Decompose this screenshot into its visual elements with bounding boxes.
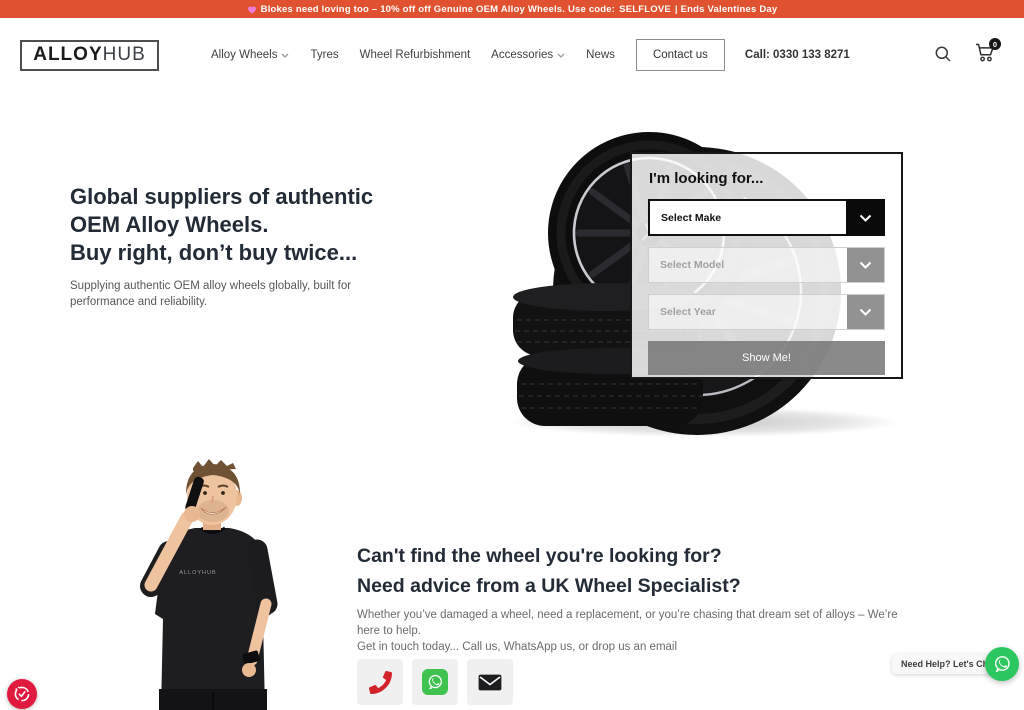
whatsapp-icon — [992, 654, 1012, 674]
select-make[interactable]: Select Make — [648, 199, 885, 236]
main-nav: Alloy Wheels Tyres Wheel Refurbishment A… — [211, 49, 615, 61]
reviews-widget-button[interactable] — [7, 679, 37, 709]
hero-heading-line-2: OEM Alloy Wheels. — [70, 211, 500, 239]
chevron-down-icon — [859, 308, 872, 316]
select-model[interactable]: Select Model — [648, 247, 885, 283]
contact-body-line-2: Get in touch today... Call us, WhatsApp … — [357, 639, 917, 655]
chevron-down-icon — [859, 214, 872, 222]
email-icon — [478, 674, 502, 691]
select-year[interactable]: Select Year — [648, 294, 885, 330]
nav-label: Alloy Wheels — [211, 49, 277, 61]
contact-body-line-1: Whether you’ve damaged a wheel, need a r… — [357, 607, 917, 639]
hero-heading-line-3: Buy right, don’t buy twice... — [70, 239, 500, 267]
contact-heading-line-1: Can't find the wheel you're looking for? — [357, 541, 837, 571]
hero-subtext-line-2: performance and reliability. — [70, 295, 400, 311]
chevron-down-icon — [859, 261, 872, 269]
whatsapp-icon — [422, 669, 448, 695]
select-make-label: Select Make — [650, 201, 848, 234]
site-header: ALLOYHUB Alloy Wheels Tyres Wheel Refurb… — [0, 18, 1024, 92]
contact-heading-line-2: Need advice from a UK Wheel Specialist? — [357, 571, 837, 601]
select-year-chevron — [847, 295, 884, 329]
cart-count-badge: 0 — [989, 38, 1001, 50]
wheel-finder-panel: I'm looking for... Select Make Select Mo… — [630, 152, 903, 379]
show-me-button[interactable]: Show Me! — [648, 341, 885, 375]
contact-body: Whether you’ve damaged a wheel, need a r… — [357, 607, 917, 655]
nav-label: News — [586, 49, 615, 61]
nav-tyres[interactable]: Tyres — [310, 49, 338, 61]
hero-heading-line-1: Global suppliers of authentic — [70, 183, 500, 211]
select-model-label: Select Model — [649, 248, 847, 282]
phone-number[interactable]: Call: 0330 133 8271 — [745, 49, 850, 61]
nav-label: Tyres — [310, 49, 338, 61]
cart-button[interactable]: 0 — [975, 43, 996, 67]
whatsapp-tile[interactable] — [412, 659, 458, 705]
promo-code: SELFLOVE — [619, 4, 671, 15]
nav-news[interactable]: News — [586, 49, 615, 61]
select-make-chevron — [846, 199, 885, 236]
promo-text-after: | Ends Valentines Day — [675, 4, 777, 15]
nav-label: Wheel Refurbishment — [360, 49, 471, 61]
promo-text: Blokes need loving too – 10% off off Gen… — [261, 4, 616, 15]
specialist-photo: ALLOYHUB — [97, 456, 310, 710]
phone-icon — [369, 671, 392, 694]
chevron-down-icon — [281, 53, 289, 58]
hero-subtext: Supplying authentic OEM alloy wheels glo… — [70, 279, 400, 310]
logo-part-1: ALLOY — [33, 44, 102, 66]
promo-banner: Blokes need loving too – 10% off off Gen… — [0, 0, 1024, 18]
select-model-chevron — [847, 248, 884, 282]
whatsapp-chat-button[interactable] — [985, 647, 1019, 681]
contact-us-button[interactable]: Contact us — [636, 39, 725, 71]
contact-heading: Can't find the wheel you're looking for?… — [357, 541, 837, 601]
hero-heading: Global suppliers of authentic OEM Alloy … — [70, 183, 500, 267]
call-us-tile[interactable] — [357, 659, 403, 705]
finder-title: I'm looking for... — [649, 170, 885, 187]
search-icon — [935, 46, 951, 62]
nav-wheel-refurbishment[interactable]: Wheel Refurbishment — [360, 49, 471, 61]
shirt-logo-text: ALLOYHUB — [179, 570, 216, 576]
nav-label: Accessories — [491, 49, 553, 61]
timer-check-icon — [13, 685, 31, 703]
select-year-label: Select Year — [649, 295, 847, 329]
nav-alloy-wheels[interactable]: Alloy Wheels — [211, 49, 289, 61]
logo-part-2: HUB — [103, 44, 146, 66]
nav-accessories[interactable]: Accessories — [491, 49, 565, 61]
contact-channels — [357, 659, 513, 705]
logo[interactable]: ALLOYHUB — [20, 40, 159, 71]
chevron-down-icon — [557, 53, 565, 58]
hero-subtext-line-1: Supplying authentic OEM alloy wheels glo… — [70, 279, 400, 295]
heart-icon — [247, 5, 257, 14]
search-button[interactable] — [933, 44, 953, 67]
email-tile[interactable] — [467, 659, 513, 705]
